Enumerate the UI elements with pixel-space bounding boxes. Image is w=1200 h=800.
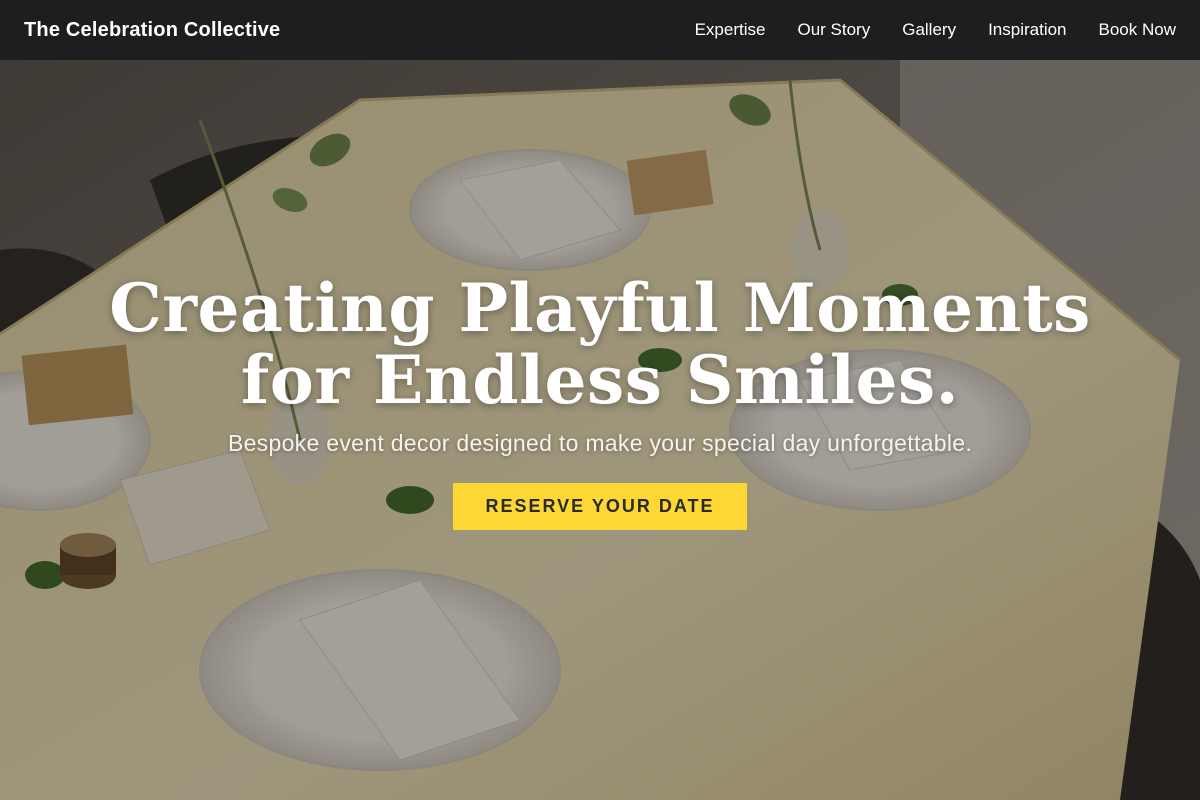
nav-link-our-story[interactable]: Our Story bbox=[797, 20, 870, 40]
hero-heading: Creating Playful Moments for Endless Smi… bbox=[0, 272, 1200, 416]
nav-link-inspiration[interactable]: Inspiration bbox=[988, 20, 1066, 40]
nav-link-book-now[interactable]: Book Now bbox=[1099, 20, 1176, 40]
hero-section: Creating Playful Moments for Endless Smi… bbox=[0, 60, 1200, 800]
hero-heading-line-2: for Endless Smiles. bbox=[240, 341, 960, 419]
nav-link-expertise[interactable]: Expertise bbox=[695, 20, 766, 40]
reserve-your-date-button[interactable]: RESERVE YOUR DATE bbox=[453, 483, 747, 530]
landing-page: The Celebration Collective Expertise Our… bbox=[0, 0, 1200, 800]
hero-content: Creating Playful Moments for Endless Smi… bbox=[0, 272, 1200, 530]
brand-logo-text[interactable]: The Celebration Collective bbox=[24, 19, 280, 42]
hero-heading-line-1: Creating Playful Moments bbox=[109, 269, 1091, 347]
nav-menu: Expertise Our Story Gallery Inspiration … bbox=[695, 20, 1176, 40]
top-navbar: The Celebration Collective Expertise Our… bbox=[0, 0, 1200, 60]
nav-link-gallery[interactable]: Gallery bbox=[902, 20, 956, 40]
hero-subheading: Bespoke event decor designed to make you… bbox=[227, 430, 973, 456]
